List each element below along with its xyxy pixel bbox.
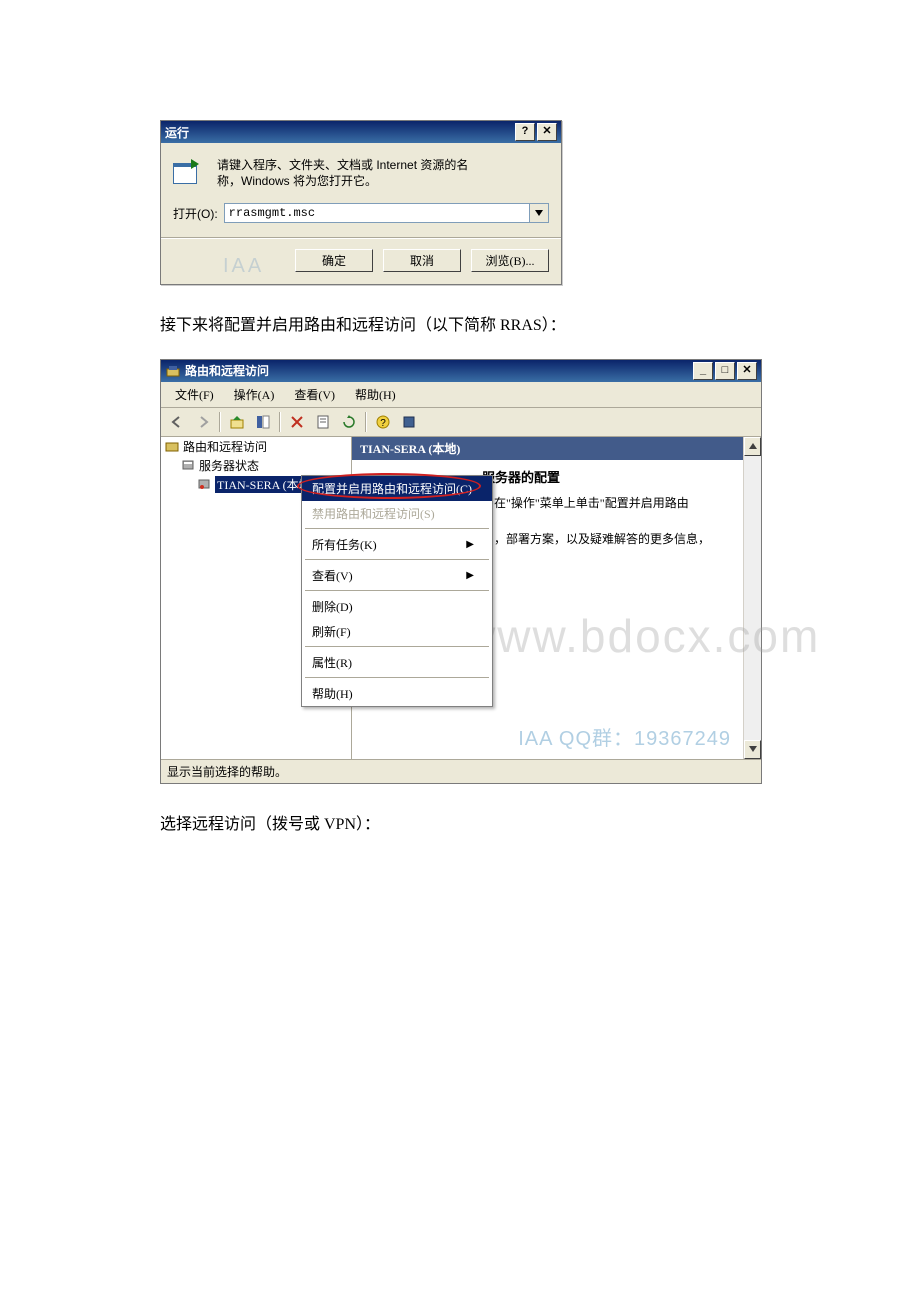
mmc-body: 路由和远程访问 服务器状态 TIAN-SERA (本地) TIAN-SERA (…: [161, 437, 761, 759]
ctx-configure[interactable]: 配置并启用路由和远程访问(C): [302, 476, 492, 501]
run-desc-line: 请键入程序、文件夹、文档或 Internet 资源的名: [217, 157, 468, 173]
browse-button[interactable]: 浏览(B)...: [471, 249, 549, 272]
up-button[interactable]: [225, 410, 249, 434]
run-desc-line: 称，Windows 将为您打开它。: [217, 173, 468, 189]
tree-root[interactable]: 路由和远程访问: [161, 437, 351, 456]
tree-server-status[interactable]: 服务器状态: [161, 456, 351, 475]
scroll-down-icon[interactable]: [744, 740, 761, 759]
ctx-help[interactable]: 帮助(H): [302, 681, 492, 706]
ctx-properties[interactable]: 属性(R): [302, 650, 492, 675]
toolbar: ?: [161, 408, 761, 437]
content-heading: 服务器的配置: [482, 468, 560, 489]
content-line: ，在"操作"菜单上单击"配置并启用路由: [482, 494, 689, 513]
menu-bar: 文件(F) 操作(A) 查看(V) 帮助(H): [161, 382, 761, 408]
server-icon[interactable]: [397, 410, 421, 434]
rras-titlebar: 路由和远程访问 _ □ ✕: [161, 360, 761, 382]
ctx-all-tasks[interactable]: 所有任务(K)▶: [302, 532, 492, 557]
run-dialog: 运行 ? ✕ 请键入程序、文件夹、文档或 Internet 资源的名 称，Win…: [160, 120, 562, 285]
forward-button[interactable]: [191, 410, 215, 434]
status-bar: 显示当前选择的帮助。: [161, 759, 761, 783]
content-header: TIAN-SERA (本地): [352, 437, 743, 460]
rras-title-text: 路由和远程访问: [185, 362, 691, 379]
refresh-icon[interactable]: [337, 410, 361, 434]
ctx-view[interactable]: 查看(V)▶: [302, 563, 492, 588]
minimize-button[interactable]: _: [693, 362, 713, 380]
back-button[interactable]: [165, 410, 189, 434]
caption-1: 接下来将配置并启用路由和远程访问（以下简称 RRAS）：: [160, 313, 760, 339]
ctx-delete[interactable]: 删除(D): [302, 594, 492, 619]
delete-icon[interactable]: [285, 410, 309, 434]
ctx-disable: 禁用路由和远程访问(S): [302, 501, 492, 526]
cancel-button[interactable]: 取消: [383, 249, 461, 272]
menu-action[interactable]: 操作(A): [224, 384, 285, 405]
open-combobox[interactable]: [224, 203, 549, 223]
properties-icon[interactable]: [311, 410, 335, 434]
ok-button[interactable]: 确定: [295, 249, 373, 272]
watermark-big: www.bdocx.com: [462, 600, 820, 674]
scroll-track[interactable]: [744, 456, 761, 740]
app-icon: [165, 363, 181, 379]
scroll-up-icon[interactable]: [744, 437, 761, 456]
caption-2: 选择远程访问（拨号或 VPN）：: [160, 812, 760, 838]
maximize-button[interactable]: □: [715, 362, 735, 380]
ctx-refresh[interactable]: 刷新(F): [302, 619, 492, 644]
context-menu: 配置并启用路由和远程访问(C) 禁用路由和远程访问(S) 所有任务(K)▶ 查看…: [301, 475, 493, 707]
menu-view[interactable]: 查看(V): [284, 384, 345, 405]
run-titlebar: 运行 ? ✕: [161, 121, 561, 143]
help-button[interactable]: ?: [515, 123, 535, 141]
rras-window: 路由和远程访问 _ □ ✕ 文件(F) 操作(A) 查看(V) 帮助(H) ?: [160, 359, 762, 784]
content-line: 问，部署方案，以及疑难解答的更多信息，: [482, 530, 710, 549]
close-button[interactable]: ✕: [737, 362, 757, 380]
open-dropdown-button[interactable]: [529, 204, 548, 222]
show-hide-tree-button[interactable]: [251, 410, 275, 434]
run-description: 请键入程序、文件夹、文档或 Internet 资源的名 称，Windows 将为…: [217, 157, 468, 189]
open-input[interactable]: [225, 204, 529, 222]
open-label: 打开(O):: [173, 205, 218, 222]
svg-text:?: ?: [380, 418, 386, 429]
menu-file[interactable]: 文件(F): [165, 384, 224, 405]
menu-help[interactable]: 帮助(H): [345, 384, 406, 405]
help-icon[interactable]: ?: [371, 410, 395, 434]
watermark-footer: IAA QQ群：19367249: [518, 723, 731, 755]
run-title-text: 运行: [165, 124, 513, 141]
run-icon: [173, 157, 207, 183]
scrollbar[interactable]: [743, 437, 761, 759]
close-button[interactable]: ✕: [537, 123, 557, 141]
